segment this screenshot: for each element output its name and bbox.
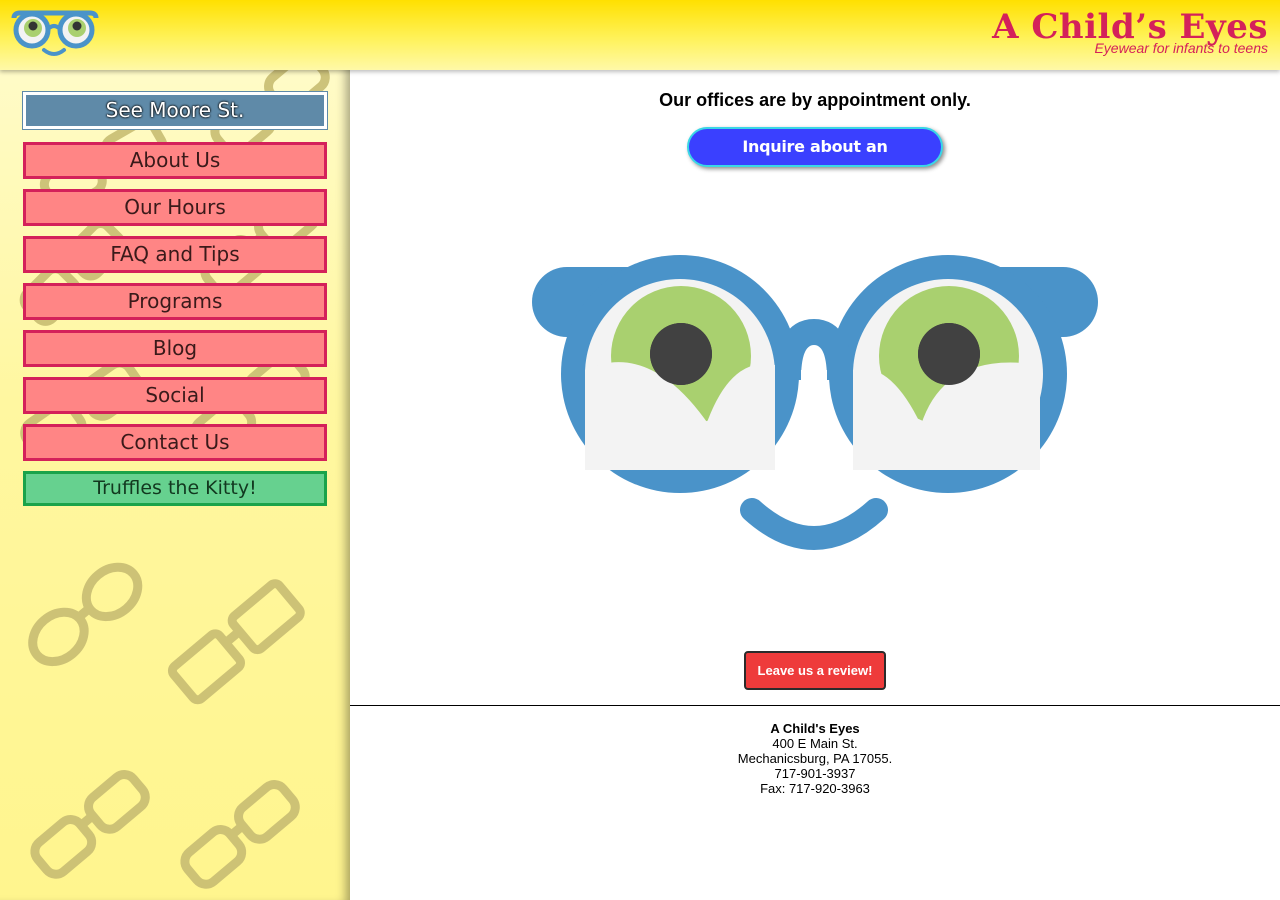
nav-faq-and-tips[interactable]: FAQ and Tips — [23, 236, 327, 273]
site-header: A Child’s Eyes Eyewear for infants to te… — [0, 0, 1280, 70]
footer-business-name: A Child's Eyes — [770, 721, 860, 736]
nav-social[interactable]: Social — [23, 377, 327, 414]
footer-address-line1: 400 E Main St. — [772, 736, 858, 751]
leave-review-button[interactable]: Leave us a review! — [744, 651, 886, 690]
nav-programs[interactable]: Programs — [23, 283, 327, 320]
nav-blog[interactable]: Blog — [23, 330, 327, 367]
sidebar: See Moore St. About Us Our Hours FAQ and… — [0, 70, 350, 900]
footer: A Child's Eyes 400 E Main St. Mechanicsb… — [350, 721, 1280, 796]
truffles-the-kitty-button[interactable]: Truffles the Kitty! — [23, 471, 327, 506]
footer-divider — [350, 705, 1280, 706]
glasses-face-icon[interactable] — [10, 10, 100, 60]
footer-address-line2: Mechanicsburg, PA 17055. — [737, 751, 893, 766]
nav-about-us[interactable]: About Us — [23, 142, 327, 179]
see-moore-st-button[interactable]: See Moore St. — [22, 91, 328, 130]
footer-fax: Fax: 717-920-3963 — [760, 781, 870, 796]
footer-phone[interactable]: 717-901-3937 — [350, 766, 1280, 781]
nav-our-hours[interactable]: Our Hours — [23, 189, 327, 226]
sidebar-nav: See Moore St. About Us Our Hours FAQ and… — [22, 91, 328, 516]
main-content: Our offices are by appointment only. Inq… — [350, 70, 1280, 900]
inquire-appointment-button[interactable]: Inquire about an appointment — [687, 127, 943, 192]
glasses-mascot-icon — [532, 255, 1098, 550]
brand[interactable]: A Child’s Eyes Eyewear for infants to te… — [992, 8, 1268, 56]
nav-contact-us[interactable]: Contact Us — [23, 424, 327, 461]
appointment-notice: Our offices are by appointment only. — [659, 90, 971, 110]
